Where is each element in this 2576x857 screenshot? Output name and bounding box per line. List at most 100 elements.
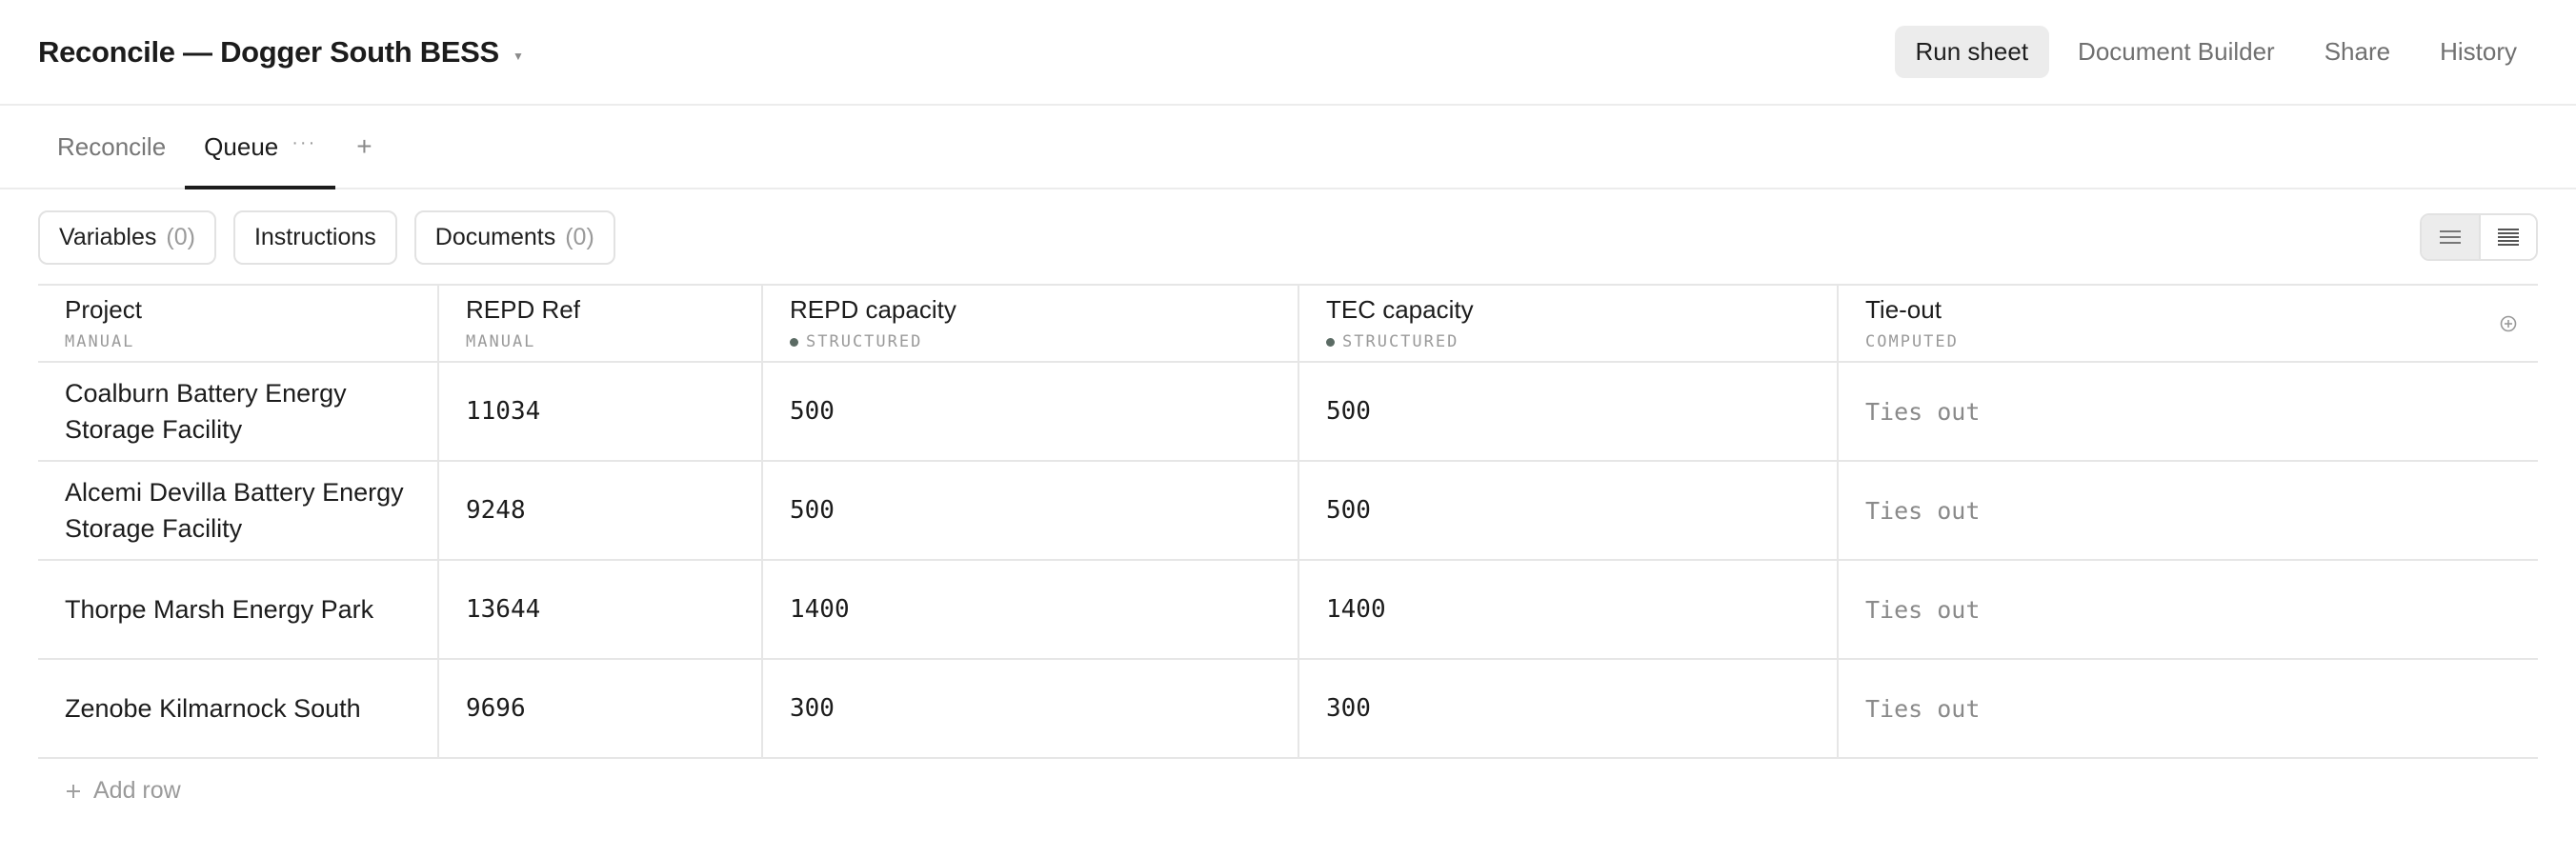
cell-value: 500 [790,397,835,426]
repd-capacity-cell[interactable]: 1400 [763,561,1299,658]
table-header: Project MANUAL REPD Ref MANUAL REPD capa… [38,284,2538,363]
add-row-button[interactable]: Add row [65,777,181,805]
view-toggle [2420,213,2538,261]
table-row[interactable]: Alcemi Devilla Battery Energy Storage Fa… [38,462,2538,561]
column-label: Tie-out [1865,295,1942,324]
cell-value: 500 [790,496,835,525]
column-type-label: STRUCTURED [1342,332,1459,351]
structured-dot-icon [1326,337,1335,347]
repd-ref-cell[interactable]: 11034 [439,363,763,460]
column-type-label: MANUAL [466,332,536,351]
data-table: Project MANUAL REPD Ref MANUAL REPD capa… [38,284,2538,759]
document-builder-button[interactable]: Document Builder [2057,26,2296,78]
chip-label: Documents [434,223,556,250]
tie-out-cell[interactable]: Ties out [1839,561,2538,658]
title-wrap[interactable]: Reconcile — Dogger South BESS ▼ [38,35,524,70]
tab-reconcile[interactable]: Reconcile [38,106,185,188]
structured-dot-icon [790,337,798,347]
project-cell[interactable]: Thorpe Marsh Energy Park [38,561,439,658]
column-label: REPD Ref [466,295,580,324]
cell-value: 300 [1326,694,1371,723]
tec-capacity-cell[interactable]: 500 [1299,462,1839,559]
tie-out-cell[interactable]: Ties out [1839,462,2538,559]
repd-capacity-cell[interactable]: 500 [763,462,1299,559]
documents-button[interactable]: Documents (0) [413,209,615,265]
column-type-label: STRUCTURED [806,332,923,351]
cell-value: 1400 [1326,595,1386,624]
app-header: Reconcile — Dogger South BESS ▼ Run shee… [0,0,2576,106]
column-type: COMPUTED [1865,332,2511,351]
column-label: TEC capacity [1326,295,1474,324]
project-name-line: Storage Facility [65,514,243,543]
column-type: STRUCTURED [1326,332,1810,351]
cell-value: 500 [1326,397,1371,426]
column-header-project[interactable]: Project MANUAL [38,286,439,361]
column-type: MANUAL [466,332,735,351]
cell-value: Ties out [1865,496,1981,525]
cell-value: 9248 [466,496,526,525]
repd-ref-cell[interactable]: 9248 [439,462,763,559]
column-header-tie-out[interactable]: Tie-out COMPUTED [1839,286,2538,361]
column-type-label: MANUAL [65,332,135,351]
cell-value: 11034 [466,397,541,426]
tec-capacity-cell[interactable]: 500 [1299,363,1839,460]
compact-lines-icon [2440,230,2461,244]
add-row-label: Add row [93,777,181,804]
tec-capacity-cell[interactable]: 300 [1299,660,1839,757]
view-compact-button[interactable] [2422,215,2479,259]
project-name-line: Coalburn Battery Energy [65,379,347,408]
project-cell[interactable]: Coalburn Battery Energy Storage Facility [38,363,439,460]
chip-count: (0) [565,223,594,250]
cell-value: Ties out [1865,397,1981,426]
plus-icon [67,784,80,798]
cell-value: 300 [790,694,835,723]
project-name-line: Thorpe Marsh Energy Park [65,595,374,624]
project-name-line: Storage Facility [65,415,243,444]
instructions-button[interactable]: Instructions [232,209,397,265]
repd-ref-cell[interactable]: 13644 [439,561,763,658]
project-cell[interactable]: Alcemi Devilla Battery Energy Storage Fa… [38,462,439,559]
toolbar: Variables (0) Instructions Documents (0) [0,189,2576,285]
cell-value: 500 [1326,496,1371,525]
project-cell[interactable]: Zenobe Kilmarnock South [38,660,439,757]
tie-out-cell[interactable]: Ties out [1839,363,2538,460]
repd-ref-cell[interactable]: 9696 [439,660,763,757]
tie-out-cell[interactable]: Ties out [1839,660,2538,757]
repd-capacity-cell[interactable]: 500 [763,363,1299,460]
run-sheet-button[interactable]: Run sheet [1894,26,2050,78]
dense-lines-icon [2498,229,2519,246]
chip-count: (0) [166,223,195,250]
page-title: Reconcile — Dogger South BESS [38,34,499,69]
cell-value: Ties out [1865,595,1981,624]
view-dense-button[interactable] [2479,215,2536,259]
more-icon[interactable]: ··· [292,132,316,154]
column-type: MANUAL [65,332,411,351]
column-header-repd-ref[interactable]: REPD Ref MANUAL [439,286,763,361]
tab-queue[interactable]: Queue ··· [185,106,336,189]
table-row[interactable]: Thorpe Marsh Energy Park 13644 1400 1400… [38,561,2538,660]
chip-group: Variables (0) Instructions Documents (0) [38,209,615,265]
tec-capacity-cell[interactable]: 1400 [1299,561,1839,658]
history-button[interactable]: History [2419,26,2538,78]
column-label: REPD capacity [790,295,956,324]
chevron-down-icon[interactable]: ▼ [513,50,524,63]
share-button[interactable]: Share [2304,26,2411,78]
column-type-label: COMPUTED [1865,332,1959,351]
tab-label: Reconcile [57,131,167,161]
table-row[interactable]: Zenobe Kilmarnock South 9696 300 300 Tie… [38,660,2538,759]
column-header-repd-capacity[interactable]: REPD capacity STRUCTURED [763,286,1299,361]
project-name-line: Alcemi Devilla Battery Energy [65,478,404,507]
column-header-tec-capacity[interactable]: TEC capacity STRUCTURED [1299,286,1839,361]
repd-capacity-cell[interactable]: 300 [763,660,1299,757]
add-tab-button[interactable]: + [335,106,392,188]
column-type: STRUCTURED [790,332,1271,351]
variables-button[interactable]: Variables (0) [38,209,216,265]
project-name-line: Zenobe Kilmarnock South [65,694,361,723]
cell-value: Ties out [1865,694,1981,723]
add-column-icon[interactable] [2500,315,2517,332]
cell-value: 1400 [790,595,850,624]
tab-bar: Reconcile Queue ··· + [0,106,2576,189]
tab-label: Queue [204,131,279,161]
table-row[interactable]: Coalburn Battery Energy Storage Facility… [38,363,2538,462]
column-label: Project [65,295,142,324]
